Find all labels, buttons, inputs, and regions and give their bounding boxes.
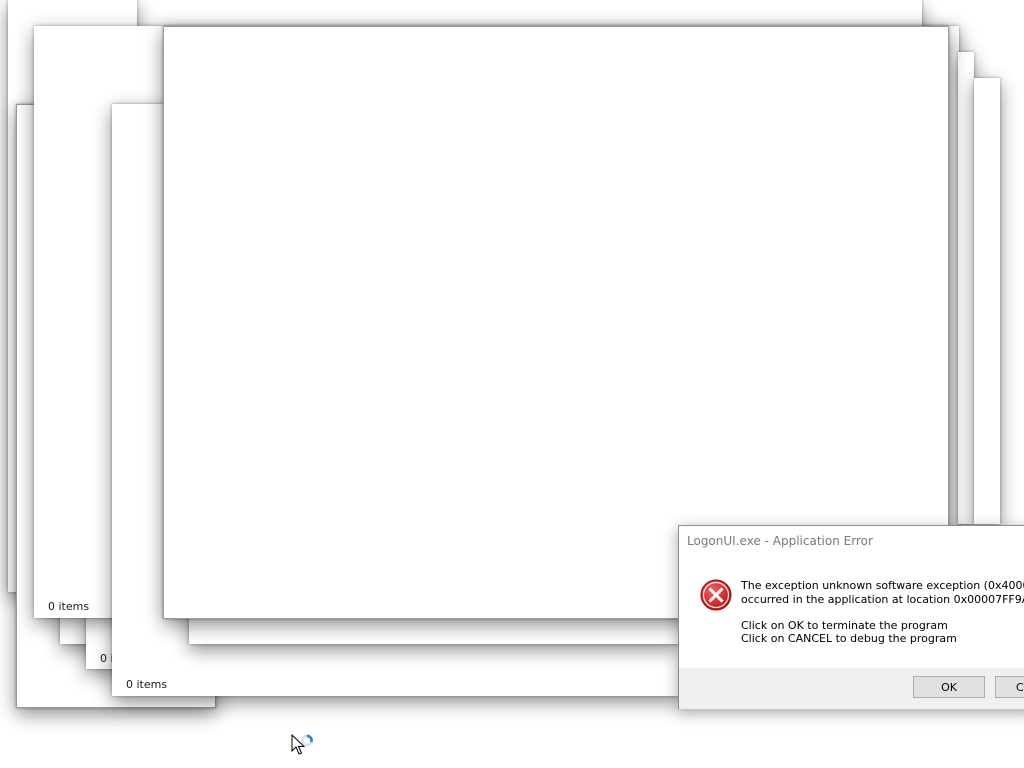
cancel-button[interactable]: C [995,676,1024,698]
ghost-window-7 [958,52,974,524]
message-text: Click on CANCEL to debug the program [741,632,957,645]
dialog-title: LogonUI.exe - Application Error [687,534,873,548]
message-text: Click on OK to terminate the program [741,619,948,632]
desktop: 0 i 0 items 0 items LogonUI.exe - Applic… [0,0,1024,768]
ghost-window-8 [974,78,1000,524]
dialog-button-bar: OK C [679,668,1024,709]
busy-arrow-cursor-icon [291,733,317,760]
status-bar-text: 0 items [126,678,168,691]
ok-button[interactable]: OK [913,676,985,698]
error-icon [700,579,732,611]
error-dialog: LogonUI.exe - Application Error The exce… [678,525,1024,709]
dialog-body: The exception unknown software exception… [679,558,1024,668]
message-text: The exception unknown software exception… [741,579,1024,592]
status-bar-text: 0 items [48,600,90,613]
message-text: occurred in the application at location … [741,593,1024,606]
